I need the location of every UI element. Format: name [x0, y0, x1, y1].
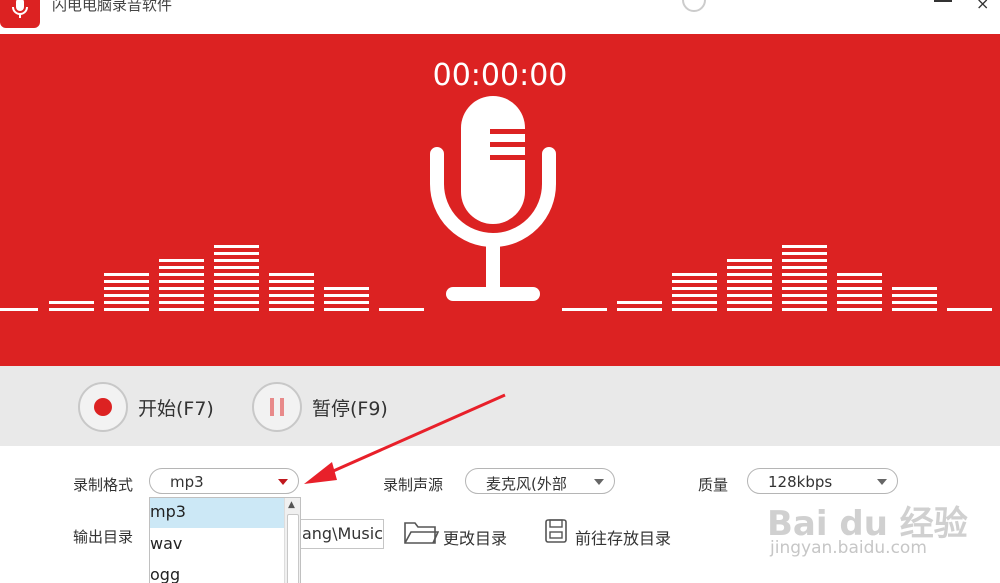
microphone-icon — [430, 96, 556, 301]
start-label[interactable]: 开始(F7) — [138, 394, 214, 421]
chevron-down-icon — [278, 479, 288, 485]
change-dir-button[interactable]: 更改目录 — [443, 525, 507, 549]
microphone-logo-icon — [12, 0, 28, 18]
format-label: 录制格式 — [73, 476, 134, 494]
recorder-panel: 00:00:00 — [0, 34, 1000, 366]
dropdown-option-label: wav — [150, 534, 183, 553]
quality-label: 质量 — [698, 476, 729, 494]
start-button[interactable] — [78, 382, 128, 432]
equalizer-visual — [0, 96, 992, 311]
minimize-button[interactable] — [934, 0, 952, 2]
output-label: 输出目录 — [73, 528, 134, 546]
scroll-up-icon[interactable]: ▲ — [288, 500, 295, 510]
format-select-value: mp3 — [170, 473, 204, 491]
source-label: 录制声源 — [383, 476, 444, 494]
open-dir-button[interactable]: 前往存放目录 — [575, 525, 671, 549]
scrollbar-thumb[interactable] — [287, 514, 299, 583]
pause-label[interactable]: 暂停(F9) — [312, 394, 388, 421]
dropdown-option-mp3[interactable]: mp3 — [150, 498, 284, 528]
chevron-down-icon — [594, 479, 604, 485]
record-icon — [94, 398, 112, 416]
window-title: 闪电电脑录音软件 — [52, 0, 173, 14]
pause-icon-bar — [280, 398, 284, 416]
save-disk-icon[interactable] — [544, 518, 568, 544]
pause-icon — [270, 398, 274, 416]
app-logo — [0, 0, 40, 28]
close-button[interactable]: × — [976, 0, 989, 13]
format-dropdown-list: mp3 wav ogg ▲ — [149, 497, 301, 583]
watermark-url: jingyan.baidu.com — [770, 538, 927, 558]
output-path-value: ang\Music — [301, 524, 383, 543]
format-select[interactable]: mp3 — [149, 468, 299, 494]
title-bar: 闪电电脑录音软件 × — [0, 0, 1000, 34]
quality-select-value: 128kbps — [768, 473, 833, 491]
control-bar: 开始(F7) 暂停(F9) — [0, 366, 1000, 446]
pause-button[interactable] — [252, 382, 302, 432]
chevron-down-icon — [877, 479, 887, 485]
folder-icon[interactable] — [403, 519, 439, 545]
source-select-value: 麦克风(外部 — [486, 475, 567, 493]
dropdown-option-wav[interactable]: wav — [150, 530, 284, 560]
dropdown-scrollbar[interactable]: ▲ — [284, 498, 300, 583]
quality-select[interactable]: 128kbps — [747, 468, 898, 494]
source-select[interactable]: 麦克风(外部 — [465, 468, 615, 494]
dropdown-option-label: ogg — [150, 565, 181, 583]
dropdown-option-ogg[interactable]: ogg — [150, 561, 284, 583]
skin-icon[interactable] — [682, 0, 706, 12]
dropdown-option-label: mp3 — [150, 502, 186, 521]
